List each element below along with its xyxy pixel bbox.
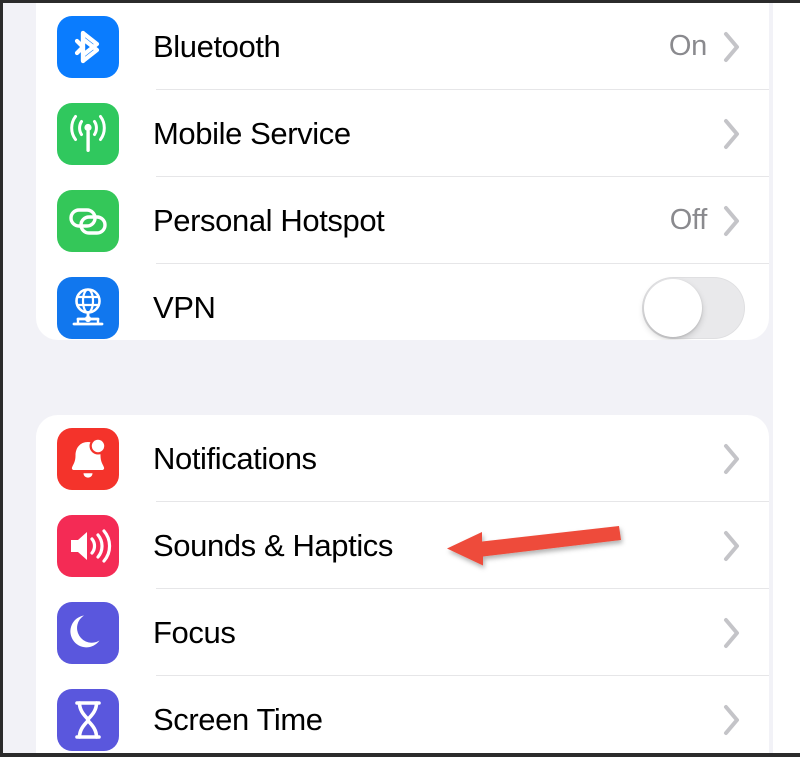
settings-group-connectivity: Bluetooth On Mobile Service Personal Hot… bbox=[36, 3, 769, 340]
settings-row-focus[interactable]: Focus bbox=[36, 589, 769, 676]
settings-row-label: Screen Time bbox=[153, 701, 323, 737]
settings-row-notifications[interactable]: Notifications bbox=[36, 415, 769, 502]
crescent-moon-icon bbox=[57, 601, 119, 664]
settings-row-label: Mobile Service bbox=[153, 115, 351, 151]
settings-scroll-area[interactable]: Bluetooth On Mobile Service Personal Hot… bbox=[3, 3, 773, 753]
bell-badge-icon bbox=[57, 427, 119, 490]
phone-screenshot: Bluetooth On Mobile Service Personal Hot… bbox=[0, 0, 800, 757]
settings-row-personal-hotspot[interactable]: Personal Hotspot Off bbox=[36, 177, 769, 264]
settings-row-screen-time[interactable]: Screen Time bbox=[36, 676, 769, 753]
settings-row-label: Notifications bbox=[153, 440, 317, 476]
chevron-right-icon bbox=[723, 704, 741, 736]
settings-row-vpn[interactable]: VPN bbox=[36, 264, 769, 340]
chevron-right-icon bbox=[723, 617, 741, 649]
bluetooth-icon bbox=[57, 15, 119, 78]
settings-row-value: On bbox=[668, 30, 707, 62]
chevron-right-icon bbox=[723, 530, 741, 562]
toggle-knob bbox=[644, 278, 702, 337]
chevron-right-icon bbox=[723, 118, 741, 150]
cellular-antenna-icon bbox=[57, 102, 119, 165]
chain-link-icon bbox=[57, 189, 119, 252]
settings-row-label: VPN bbox=[153, 289, 216, 325]
settings-row-label: Focus bbox=[153, 614, 236, 650]
settings-row-sounds-haptics[interactable]: Sounds & Haptics bbox=[36, 502, 769, 589]
globe-network-icon bbox=[57, 276, 119, 339]
chevron-right-icon bbox=[723, 205, 741, 237]
settings-group-system: Notifications Sounds & Haptics Focus Scr… bbox=[36, 415, 769, 753]
settings-row-mobile-service[interactable]: Mobile Service bbox=[36, 90, 769, 177]
settings-row-value: Off bbox=[669, 204, 708, 236]
speaker-waves-icon bbox=[57, 514, 119, 577]
chevron-right-icon bbox=[723, 31, 741, 63]
chevron-right-icon bbox=[723, 443, 741, 475]
vpn-toggle-switch[interactable] bbox=[642, 276, 745, 339]
right-gutter bbox=[773, 3, 800, 753]
settings-row-label: Personal Hotspot bbox=[153, 202, 385, 238]
hourglass-icon bbox=[57, 688, 119, 751]
settings-row-label: Sounds & Haptics bbox=[153, 527, 394, 563]
settings-row-bluetooth[interactable]: Bluetooth On bbox=[36, 3, 769, 90]
settings-row-label: Bluetooth bbox=[153, 28, 281, 64]
